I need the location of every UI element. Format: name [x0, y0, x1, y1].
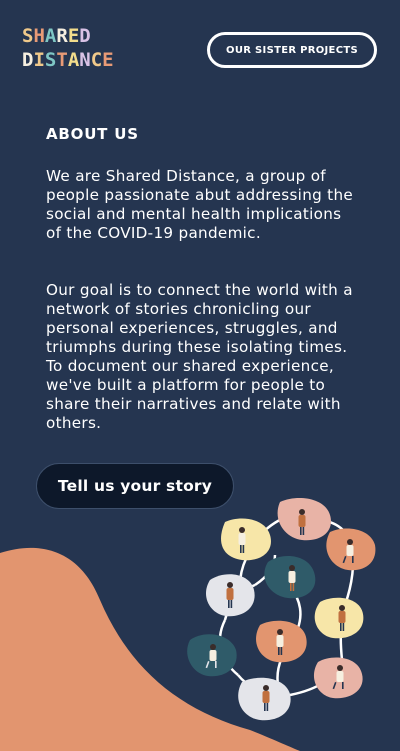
- logo-letter: E: [67, 25, 79, 47]
- logo-letter: I: [33, 49, 44, 71]
- logo-line-2: D I S T A N C E: [22, 48, 144, 72]
- logo-line-1: S H A R E D: [22, 24, 144, 48]
- shared-distance-logo[interactable]: S H A R E D D I S T A N C E: [22, 24, 144, 74]
- logo-letter: N: [79, 49, 90, 71]
- logo-letter: H: [33, 25, 44, 47]
- sister-projects-button[interactable]: OUR SISTER PROJECTS: [207, 32, 377, 68]
- logo-letter: A: [44, 25, 56, 47]
- about-us-heading: ABOUT US: [46, 125, 139, 143]
- blob-yellow: [221, 518, 271, 561]
- logo-letter: R: [56, 25, 67, 47]
- logo-letter: A: [67, 49, 79, 71]
- about-paragraph-1: We are Shared Distance, a group of peopl…: [46, 167, 354, 242]
- logo-letter: T: [56, 49, 67, 71]
- about-paragraph-2: Our goal is to connect the world with a …: [46, 281, 353, 432]
- logo-letter: D: [22, 49, 33, 71]
- people-network-illustration: [187, 498, 376, 721]
- logo-letter: E: [102, 49, 113, 71]
- logo-letter: D: [79, 25, 90, 47]
- logo-letter: S: [44, 49, 56, 71]
- logo-letter: S: [22, 25, 33, 47]
- logo-letter: C: [90, 49, 102, 71]
